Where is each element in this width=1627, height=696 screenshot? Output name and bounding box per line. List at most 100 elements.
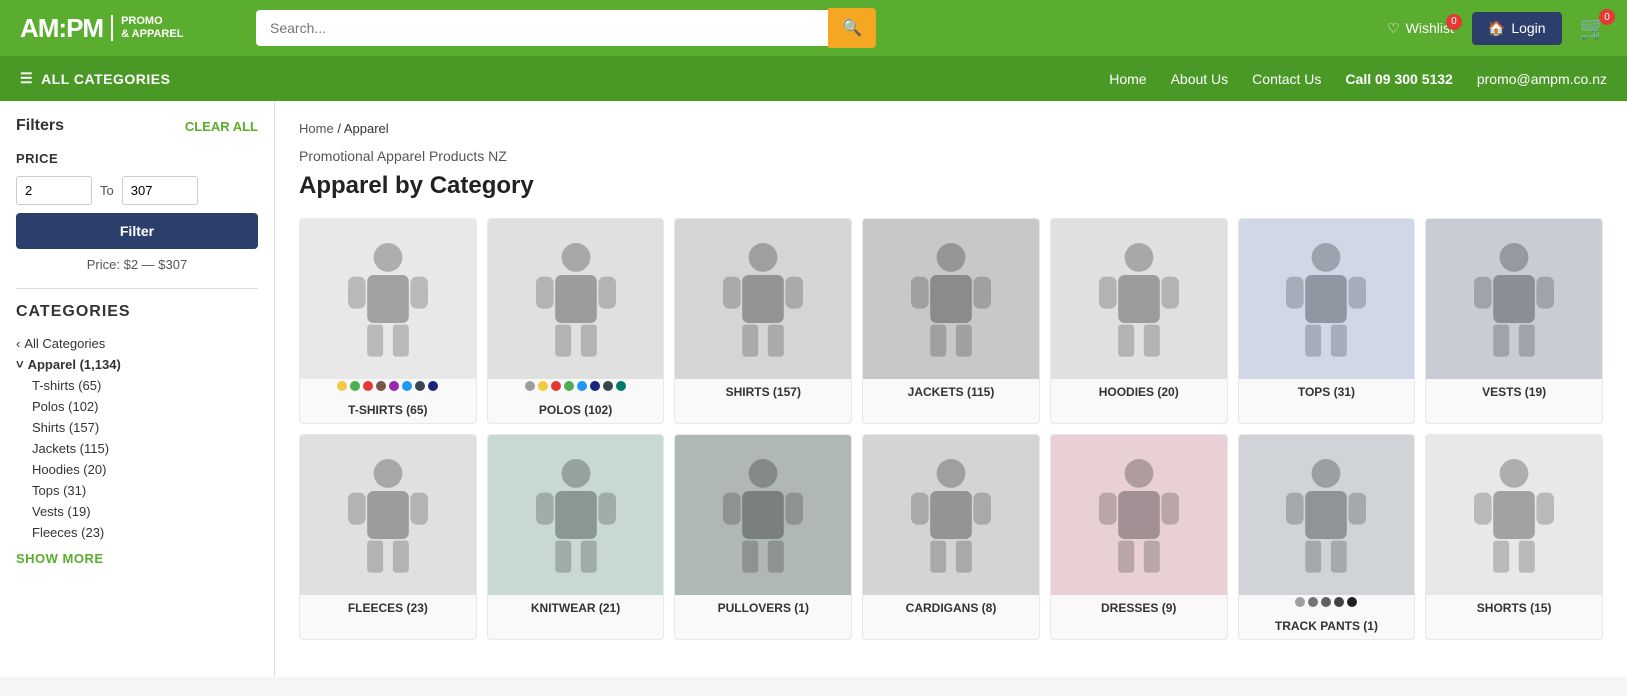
- color-dot: [1295, 597, 1305, 607]
- nav-about[interactable]: About Us: [1171, 71, 1229, 87]
- nav-links: Home About Us Contact Us Call 09 300 513…: [1109, 71, 1607, 87]
- filters-title: Filters: [16, 117, 64, 135]
- product-card[interactable]: T-SHIRTS (65): [299, 218, 477, 424]
- cart-badge: 0: [1599, 9, 1615, 25]
- color-dot: [603, 381, 613, 391]
- product-card[interactable]: CARDIGANS (8): [862, 434, 1040, 640]
- filter-button[interactable]: Filter: [16, 213, 258, 249]
- sub-category-item[interactable]: T-shirts (65): [16, 375, 258, 396]
- color-dot: [337, 381, 347, 391]
- product-card[interactable]: SHIRTS (157): [674, 218, 852, 424]
- product-label: SHORTS (15): [1426, 595, 1602, 621]
- email-address: promo@ampm.co.nz: [1477, 71, 1607, 87]
- price-max-input[interactable]: [122, 176, 198, 205]
- logo-sub: PROMO& APPAREL: [111, 15, 183, 41]
- color-swatches: [1239, 595, 1415, 613]
- price-min-input[interactable]: [16, 176, 92, 205]
- color-dot: [402, 381, 412, 391]
- product-label: PULLOVERS (1): [675, 595, 851, 621]
- color-swatches: [488, 379, 664, 397]
- breadcrumb: Home / Apparel: [299, 121, 1603, 136]
- product-card[interactable]: TRACK PANTS (1): [1238, 434, 1416, 640]
- nav-contact[interactable]: Contact Us: [1252, 71, 1321, 87]
- logo[interactable]: AM:PM PROMO& APPAREL: [20, 13, 240, 44]
- sub-category-item[interactable]: Fleeces (23): [16, 522, 258, 543]
- wishlist-badge: 0: [1446, 14, 1462, 30]
- all-categories-sidebar-item[interactable]: ‹ All Categories: [16, 333, 258, 354]
- color-dot: [415, 381, 425, 391]
- product-card[interactable]: HOODIES (20): [1050, 218, 1228, 424]
- product-label: VESTS (19): [1426, 379, 1602, 405]
- product-label: POLOS (102): [488, 397, 664, 423]
- hamburger-icon: ☰: [20, 70, 33, 87]
- home-icon: 🏠: [1488, 20, 1505, 37]
- product-card[interactable]: TOPS (31): [1238, 218, 1416, 424]
- product-label: TRACK PANTS (1): [1239, 613, 1415, 639]
- color-dot: [1321, 597, 1331, 607]
- price-to-label: To: [100, 183, 114, 198]
- sub-category-item[interactable]: Jackets (115): [16, 438, 258, 459]
- product-card[interactable]: KNITWEAR (21): [487, 434, 665, 640]
- price-range-text: Price: $2 — $307: [16, 257, 258, 272]
- nav-bar: ☰ ALL CATEGORIES Home About Us Contact U…: [0, 56, 1627, 101]
- apparel-category-item[interactable]: ˅ Apparel (1,134): [16, 354, 258, 375]
- cart-button[interactable]: 🛒 0: [1580, 15, 1607, 41]
- product-grid-row2: FLEECES (23) KNITWEAR (21) PULLOVERS (1): [299, 434, 1603, 640]
- search-button[interactable]: 🔍: [828, 8, 876, 48]
- product-label: TOPS (31): [1239, 379, 1415, 405]
- color-dot: [525, 381, 535, 391]
- product-card[interactable]: VESTS (19): [1425, 218, 1603, 424]
- sub-category-item[interactable]: Vests (19): [16, 501, 258, 522]
- product-label: FLEECES (23): [300, 595, 476, 621]
- product-label: SHIRTS (157): [675, 379, 851, 405]
- clear-all-button[interactable]: CLEAR ALL: [185, 119, 258, 134]
- color-dot: [538, 381, 548, 391]
- sub-category-item[interactable]: Shirts (157): [16, 417, 258, 438]
- sub-category-list: T-shirts (65)Polos (102)Shirts (157)Jack…: [16, 375, 258, 543]
- price-section: PRICE To Filter Price: $2 — $307: [16, 151, 258, 272]
- page-title: Apparel by Category: [299, 172, 1603, 200]
- sub-category-item[interactable]: Tops (31): [16, 480, 258, 501]
- color-dot: [590, 381, 600, 391]
- product-card[interactable]: FLEECES (23): [299, 434, 477, 640]
- chevron-left-icon: ‹: [16, 336, 20, 351]
- color-dot: [428, 381, 438, 391]
- product-card[interactable]: POLOS (102): [487, 218, 665, 424]
- breadcrumb-current: Apparel: [344, 121, 389, 136]
- sub-category-item[interactable]: Polos (102): [16, 396, 258, 417]
- header-right: ♡ Wishlist 0 🏠 Login 🛒 0: [1387, 12, 1607, 45]
- wishlist-button[interactable]: ♡ Wishlist 0: [1387, 20, 1454, 37]
- divider: [16, 288, 258, 289]
- logo-main: AM:PM: [20, 13, 103, 44]
- product-label: CARDIGANS (8): [863, 595, 1039, 621]
- product-card[interactable]: PULLOVERS (1): [674, 434, 852, 640]
- sub-category-item[interactable]: Hoodies (20): [16, 459, 258, 480]
- product-card[interactable]: JACKETS (115): [862, 218, 1040, 424]
- phone-number: Call 09 300 5132: [1345, 71, 1452, 87]
- sidebar: Filters CLEAR ALL PRICE To Filter Price:…: [0, 101, 275, 677]
- color-dot: [1334, 597, 1344, 607]
- breadcrumb-home[interactable]: Home: [299, 121, 334, 136]
- product-label: JACKETS (115): [863, 379, 1039, 405]
- product-label: DRESSES (9): [1051, 595, 1227, 621]
- color-dot: [551, 381, 561, 391]
- categories-title: CATEGORIES: [16, 303, 258, 321]
- show-more-button[interactable]: SHOW MORE: [16, 551, 258, 566]
- all-categories-button[interactable]: ☰ ALL CATEGORIES: [20, 56, 170, 101]
- product-card[interactable]: SHORTS (15): [1425, 434, 1603, 640]
- search-input[interactable]: [256, 10, 828, 46]
- color-dot: [376, 381, 386, 391]
- nav-home[interactable]: Home: [1109, 71, 1146, 87]
- login-label: Login: [1511, 20, 1545, 36]
- heart-icon: ♡: [1387, 20, 1400, 37]
- color-dot: [564, 381, 574, 391]
- main-content: Home / Apparel Promotional Apparel Produ…: [275, 101, 1627, 677]
- login-button[interactable]: 🏠 Login: [1472, 12, 1562, 45]
- color-dot: [363, 381, 373, 391]
- product-grid-row1: T-SHIRTS (65) POLOS (102) SHIRTS (157): [299, 218, 1603, 424]
- color-dot: [350, 381, 360, 391]
- product-card[interactable]: DRESSES (9): [1050, 434, 1228, 640]
- search-bar: 🔍: [256, 8, 876, 48]
- product-label: KNITWEAR (21): [488, 595, 664, 621]
- color-dot: [577, 381, 587, 391]
